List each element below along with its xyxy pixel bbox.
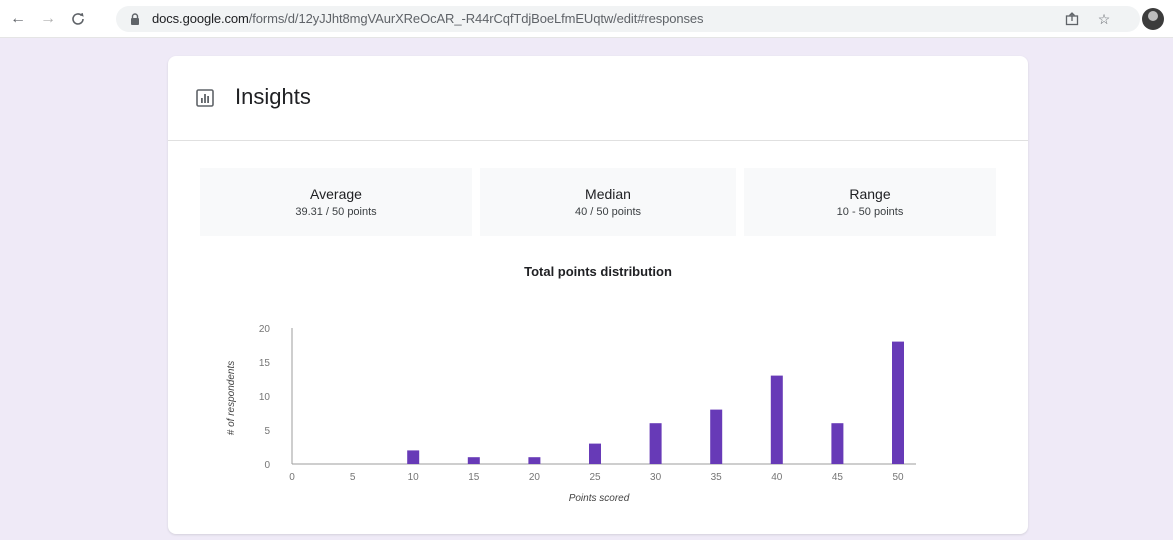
points-distribution-chart: 0 5 10 15 20 0 5 10 15 20 25 30 35 40 45 50 Points scor… [226, 324, 916, 504]
y-tick-label: 20 [259, 324, 271, 335]
y-tick-label: 10 [259, 392, 271, 403]
x-tick-label: 10 [408, 472, 420, 483]
y-tick-label: 5 [264, 426, 270, 437]
x-axis-label: Points scored [569, 493, 630, 504]
y-tick-label: 15 [259, 358, 271, 369]
x-tick-label: 50 [892, 472, 904, 483]
insights-card: Insights Average 39.31 / 50 points Media… [168, 56, 1028, 534]
x-tick-label: 20 [529, 472, 541, 483]
bar [831, 423, 844, 464]
y-tick-label: 0 [264, 460, 270, 471]
chart-axes: 0 5 10 15 20 0 5 10 15 20 25 30 35 40 45 50 [259, 324, 916, 483]
back-arrow-icon[interactable]: ← [8, 9, 28, 29]
bar [770, 375, 783, 464]
reload-icon[interactable] [68, 9, 88, 29]
x-tick-label: 30 [650, 472, 662, 483]
bar [649, 423, 662, 464]
bar [407, 450, 420, 464]
bookmark-star-icon[interactable]: ☆ [1096, 11, 1112, 27]
bar [528, 457, 541, 464]
url-host: docs.google.com [152, 11, 249, 26]
address-bar[interactable]: docs.google.com/forms/d/12yJJht8mgVAurXR… [116, 6, 1140, 32]
x-tick-label: 45 [832, 472, 844, 483]
url-text: docs.google.com/forms/d/12yJJht8mgVAurXR… [152, 11, 704, 26]
bar [467, 457, 480, 464]
browser-toolbar: ← → docs.google.com/forms/d/12yJJht8mgVA… [0, 0, 1173, 38]
x-tick-label: 40 [771, 472, 783, 483]
x-tick-label: 0 [289, 472, 295, 483]
x-tick-label: 35 [711, 472, 723, 483]
forward-arrow-icon[interactable]: → [38, 9, 58, 29]
bar [589, 443, 601, 464]
x-tick-label: 15 [468, 472, 480, 483]
lock-icon[interactable] [128, 12, 142, 26]
bar [710, 409, 723, 464]
chart-bars [407, 341, 904, 464]
bar [892, 341, 904, 464]
x-tick-label: 25 [589, 472, 601, 483]
url-path: /forms/d/12yJJht8mgVAurXReOcAR_-R44rCqfT… [248, 11, 704, 26]
y-axis-label: # of respondents [226, 361, 237, 436]
profile-avatar[interactable] [1142, 8, 1164, 30]
share-icon[interactable] [1064, 11, 1080, 27]
x-tick-label: 5 [350, 472, 356, 483]
